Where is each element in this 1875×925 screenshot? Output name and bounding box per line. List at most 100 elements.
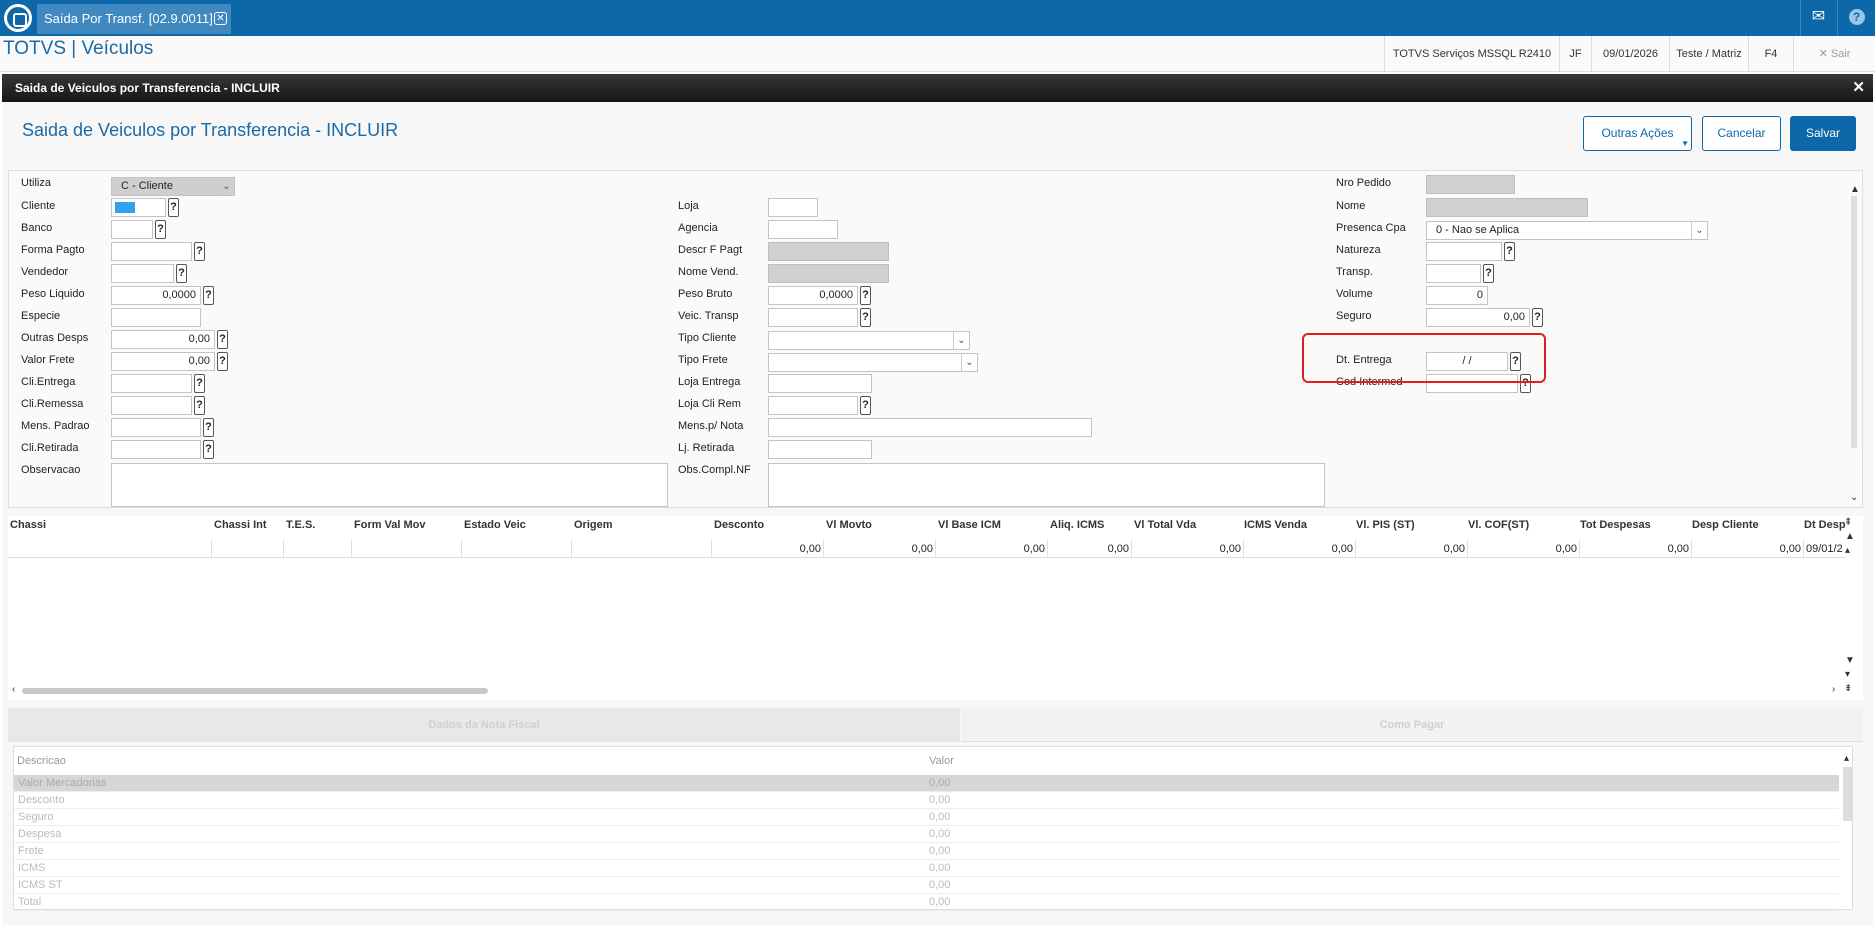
grid-cell[interactable] <box>461 540 571 558</box>
cli-remessa-input[interactable] <box>111 396 192 415</box>
scroll-down-icon[interactable]: ⌄ <box>1850 492 1858 503</box>
tipo-frete-select[interactable]: ⌄ <box>768 353 978 372</box>
table-row[interactable]: Valor Mercadorias 0,00 <box>14 775 1839 792</box>
grid-cell-vl-pis[interactable]: 0,00 <box>1355 540 1467 558</box>
mail-icon[interactable]: ✉ <box>1800 0 1836 36</box>
table-row[interactable]: Total 0,00 <box>14 894 1839 911</box>
forma-pagto-lookup-button[interactable]: ? <box>194 242 205 261</box>
totvs-logo-icon[interactable] <box>4 4 32 32</box>
banco-input[interactable] <box>111 220 153 239</box>
banco-lookup-button[interactable]: ? <box>155 220 166 239</box>
scroll-left-icon[interactable]: ‹ <box>12 684 15 695</box>
peso-bruto-input[interactable]: 0,0000 <box>768 286 858 305</box>
grid-cell-vl-movto[interactable]: 0,00 <box>823 540 935 558</box>
peso-liquido-input[interactable]: 0,0000 <box>111 286 201 305</box>
scroll-down-icon[interactable]: ▾ <box>1845 669 1850 680</box>
transp-input[interactable] <box>1426 264 1481 283</box>
grid-header-chassi[interactable]: Chassi <box>10 519 46 531</box>
grid-cell-vl-total-vda[interactable]: 0,00 <box>1131 540 1243 558</box>
mens-padrao-lookup-button[interactable]: ? <box>203 418 214 437</box>
especie-input[interactable] <box>111 308 201 327</box>
cli-retirada-input[interactable] <box>111 440 201 459</box>
grid-header-vl-movto[interactable]: Vl Movto <box>826 519 872 531</box>
grid-cell-desp-cliente[interactable]: 0,00 <box>1691 540 1803 558</box>
mens-padrao-input[interactable] <box>111 418 201 437</box>
scroll-top-icon[interactable]: ⇞ <box>1844 517 1852 528</box>
grid-header-vl-cof[interactable]: Vl. COF(ST) <box>1468 519 1529 531</box>
cli-remessa-lookup-button[interactable]: ? <box>194 396 205 415</box>
outras-desps-lookup-button[interactable]: ? <box>217 330 228 349</box>
vendedor-input[interactable] <box>111 264 174 283</box>
peso-bruto-lookup-button[interactable]: ? <box>860 286 871 305</box>
grid-cell-dt-desp[interactable]: 09/01/2 <box>1803 540 1846 558</box>
volume-input[interactable]: 0 <box>1426 286 1488 305</box>
more-actions-button[interactable]: Outras Ações ▼ <box>1583 116 1692 151</box>
scroll-up-icon[interactable]: ▴ <box>1845 545 1850 556</box>
valor-frete-input[interactable]: 0,00 <box>111 352 215 371</box>
app-tab[interactable]: Saída Por Transf. [02.9.0011] ✕ <box>37 4 231 34</box>
presenca-cpa-select[interactable]: 0 - Nao se Aplica ⌄ <box>1426 221 1708 240</box>
grid-header-dt-desp[interactable]: Dt Desp <box>1804 519 1846 531</box>
forma-pagto-input[interactable] <box>111 242 192 261</box>
lj-retirada-input[interactable] <box>768 440 872 459</box>
cliente-lookup-button[interactable]: ? <box>168 198 179 217</box>
tab-dados-nota-fiscal[interactable]: Dados da Nota Fiscal <box>8 708 960 742</box>
table-row[interactable]: ICMS ST 0,00 <box>14 877 1839 894</box>
cli-retirada-lookup-button[interactable]: ? <box>203 440 214 459</box>
grid-header-desp-cliente[interactable]: Desp Cliente <box>1692 519 1759 531</box>
observacao-textarea[interactable] <box>111 463 668 507</box>
seguro-input[interactable]: 0,00 <box>1426 308 1530 327</box>
loja-cli-rem-lookup-button[interactable]: ? <box>860 396 871 415</box>
natureza-lookup-button[interactable]: ? <box>1504 242 1515 261</box>
grid-cell[interactable] <box>571 540 711 558</box>
date-label[interactable]: 09/01/2026 <box>1591 36 1669 72</box>
horizontal-scrollbar[interactable] <box>22 688 488 694</box>
agencia-input[interactable] <box>768 220 838 239</box>
grid-header-tot-despesas[interactable]: Tot Despesas <box>1580 519 1651 531</box>
scroll-up-icon[interactable]: ▲ <box>1850 184 1860 195</box>
grid-cell-icms-venda[interactable]: 0,00 <box>1243 540 1355 558</box>
cli-entrega-lookup-button[interactable]: ? <box>194 374 205 393</box>
grid-cell[interactable] <box>283 540 351 558</box>
grid-cell-vl-base-icm[interactable]: 0,00 <box>935 540 1047 558</box>
mens-nota-input[interactable] <box>768 418 1092 437</box>
loja-entrega-input[interactable] <box>768 374 872 393</box>
tipo-cliente-select[interactable]: ⌄ <box>768 331 970 350</box>
user-label[interactable]: JF <box>1559 36 1591 72</box>
grid-cell-desconto[interactable]: 0,00 <box>711 540 823 558</box>
f4-shortcut[interactable]: F4 <box>1748 36 1793 72</box>
utiliza-select[interactable]: C - Cliente ⌄ <box>111 177 235 196</box>
scroll-up-icon[interactable]: ▴ <box>1844 753 1849 764</box>
cliente-input[interactable] <box>111 198 166 217</box>
veic-transp-lookup-button[interactable]: ? <box>860 308 871 327</box>
obs-compl-textarea[interactable] <box>768 463 1325 507</box>
grid-header-vl-total-vda[interactable]: Vl Total Vda <box>1134 519 1196 531</box>
grid-cell[interactable] <box>211 540 283 558</box>
peso-liquido-lookup-button[interactable]: ? <box>203 286 214 305</box>
grid-cell-tot-despesas[interactable]: 0,00 <box>1579 540 1691 558</box>
natureza-input[interactable] <box>1426 242 1502 261</box>
company-label[interactable]: Teste / Matriz <box>1669 36 1748 72</box>
grid-header-tes[interactable]: T.E.S. <box>286 519 315 531</box>
grid-header-vl-pis[interactable]: Vl. PIS (ST) <box>1356 519 1415 531</box>
outras-desps-input[interactable]: 0,00 <box>111 330 215 349</box>
scroll-up-icon[interactable]: ▲ <box>1845 531 1855 542</box>
exit-button[interactable]: ✕ Sair <box>1793 36 1875 72</box>
loja-input[interactable] <box>768 198 818 217</box>
table-row[interactable]: Frete 0,00 <box>14 843 1839 860</box>
tab-como-pagar[interactable]: Como Pagar <box>961 708 1863 742</box>
table-row[interactable]: Seguro 0,00 <box>14 809 1839 826</box>
grid-header-chassi-int[interactable]: Chassi Int <box>214 519 267 531</box>
grid-header-desconto[interactable]: Desconto <box>714 519 764 531</box>
grid-header-aliq-icms[interactable]: Aliq. ICMS <box>1050 519 1104 531</box>
loja-cli-rem-input[interactable] <box>768 396 858 415</box>
close-tab-icon[interactable]: ✕ <box>214 12 227 25</box>
close-icon[interactable]: ✕ <box>1852 74 1865 102</box>
table-row[interactable]: Desconto 0,00 <box>14 792 1839 809</box>
grid-cell-aliq-icms[interactable]: 0,00 <box>1047 540 1131 558</box>
table-row[interactable]: ICMS 0,00 <box>14 860 1839 877</box>
cancel-button[interactable]: Cancelar <box>1702 116 1781 151</box>
grid-cell-vl-cof[interactable]: 0,00 <box>1467 540 1579 558</box>
grid-header-vl-base-icm[interactable]: Vl Base ICM <box>938 519 1001 531</box>
scroll-down-icon[interactable]: ▼ <box>1845 655 1855 666</box>
